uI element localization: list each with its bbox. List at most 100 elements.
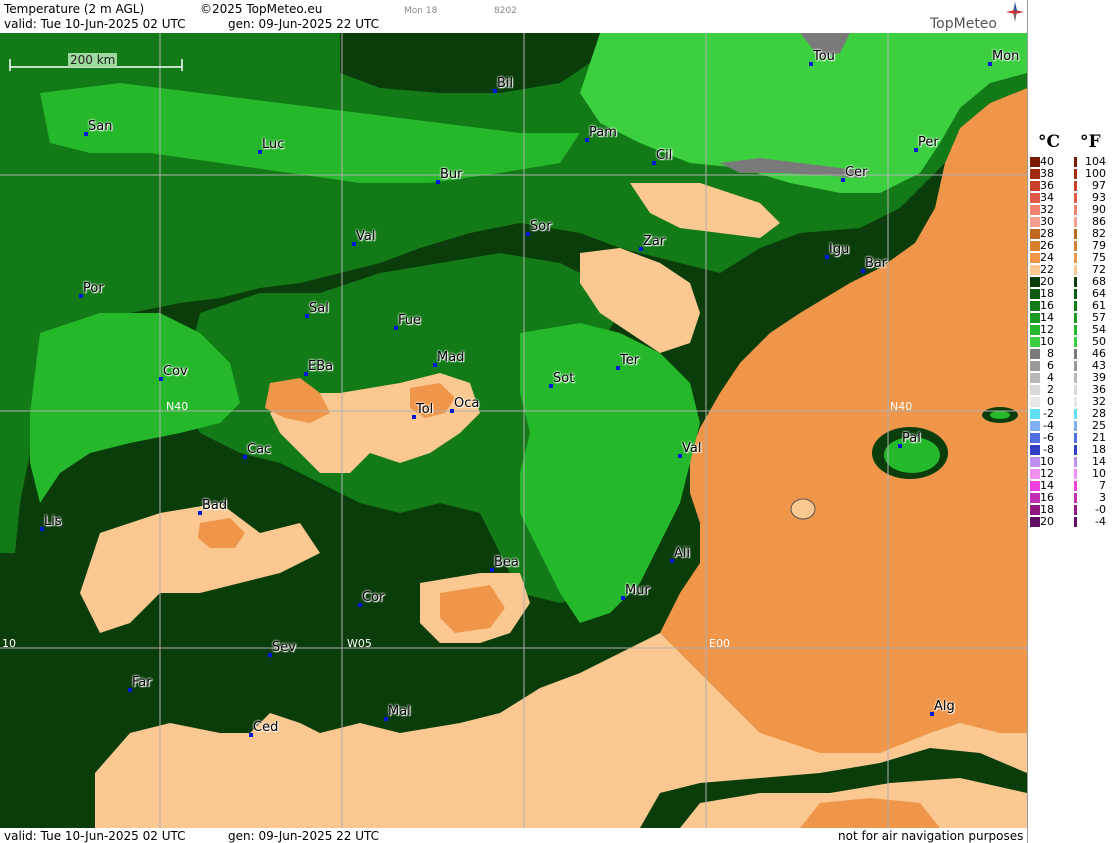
footer-note: not for air navigation purposes <box>838 829 1024 843</box>
city-label[interactable]: Lis <box>44 514 62 529</box>
legend-fahrenheit-value: 46 <box>1092 347 1106 360</box>
legend-fahrenheit-value: 90 <box>1092 203 1106 216</box>
city-label[interactable]: Cil <box>656 148 672 163</box>
legend-fahrenheit-value: 21 <box>1092 431 1106 444</box>
legend-fahrenheit-value: 86 <box>1092 215 1106 228</box>
city-label[interactable]: Per <box>918 135 939 150</box>
menorca-inner <box>990 411 1010 419</box>
legend-swatch-celsius <box>1030 337 1040 347</box>
legend-fahrenheit-value: 50 <box>1092 335 1106 348</box>
city-label[interactable]: Sot <box>553 371 574 386</box>
legend-swatch-celsius <box>1030 517 1040 527</box>
city-label[interactable]: Ced <box>253 720 278 735</box>
legend-swatch-celsius <box>1030 505 1040 515</box>
copyright-text: ©2025 TopMeteo.eu <box>200 2 323 16</box>
city-label[interactable]: Sal <box>309 301 329 316</box>
city-label[interactable]: Tol <box>416 402 433 417</box>
city-label[interactable]: Val <box>682 441 701 456</box>
legend-fahrenheit-value: 39 <box>1092 371 1106 384</box>
city-label[interactable]: Pam <box>589 125 617 140</box>
legend-fahrenheit-value: 18 <box>1092 443 1106 456</box>
city-label[interactable]: Sor <box>530 219 552 234</box>
legend-swatch-celsius <box>1030 193 1040 203</box>
legend-swatch-celsius <box>1030 325 1040 335</box>
grid-label-e00: E00 <box>709 637 730 650</box>
legend-fahrenheit-value: -4 <box>1095 515 1106 528</box>
city-label[interactable]: Bur <box>440 167 463 182</box>
map-title: Temperature (2 m AGL) <box>4 2 145 16</box>
city-label[interactable]: Mur <box>625 583 650 598</box>
footer-valid-time: valid: Tue 10-Jun-2025 02 UTC <box>4 829 186 843</box>
legend-fahrenheit-value: 82 <box>1092 227 1106 240</box>
city-label[interactable]: Fue <box>398 313 421 328</box>
city-label[interactable]: Bar <box>865 256 887 271</box>
city-label[interactable]: Sev <box>272 640 296 655</box>
city-label[interactable]: Far <box>132 675 152 690</box>
scale-bar-label: 200 km <box>68 53 118 67</box>
city-label[interactable]: Bad <box>202 498 227 513</box>
city-label[interactable]: Igu <box>829 242 849 257</box>
city-label[interactable]: EBa <box>308 359 333 374</box>
code-text: 8202 <box>494 6 517 16</box>
legend-swatch-celsius <box>1030 373 1040 383</box>
city-label[interactable]: Ali <box>674 546 690 561</box>
city-label[interactable]: Cor <box>362 590 384 605</box>
city-label[interactable]: Val <box>356 229 375 244</box>
legend-fahrenheit-value: 25 <box>1092 419 1106 432</box>
legend-swatch-celsius <box>1030 349 1040 359</box>
legend-fahrenheit-value: 61 <box>1092 299 1106 312</box>
city-label[interactable]: Zar <box>643 234 665 249</box>
legend-fahrenheit-value: 79 <box>1092 239 1106 252</box>
city-label[interactable]: Oca <box>454 396 479 411</box>
weekday-text: Mon 18 <box>404 6 438 16</box>
city-label[interactable]: Mad <box>437 350 464 365</box>
city-label[interactable]: Luc <box>262 137 284 152</box>
city-label[interactable]: Mal <box>388 704 411 719</box>
legend-fahrenheit-value: 97 <box>1092 179 1106 192</box>
legend-fahrenheit-value: 7 <box>1099 479 1106 492</box>
city-label[interactable]: Ter <box>620 353 639 368</box>
legend-fahrenheit-value: 54 <box>1092 323 1106 336</box>
legend-fahrenheit-value: 93 <box>1092 191 1106 204</box>
legend-fahrenheit-value: 3 <box>1099 491 1106 504</box>
legend-swatch-celsius <box>1030 289 1040 299</box>
legend-swatch-celsius <box>1030 361 1040 371</box>
legend-swatch-celsius <box>1030 181 1040 191</box>
legend-fahrenheit-value: 36 <box>1092 383 1106 396</box>
footer-gen-time: gen: 09-Jun-2025 22 UTC <box>228 829 380 843</box>
city-label[interactable]: Pal <box>902 431 921 446</box>
legend-swatch-celsius <box>1030 313 1040 323</box>
city-label[interactable]: Bil <box>497 76 513 91</box>
legend-swatch-celsius <box>1030 409 1040 419</box>
legend-swatch-celsius <box>1030 493 1040 503</box>
legend-swatch-celsius <box>1030 229 1040 239</box>
legend-swatch-celsius <box>1030 241 1040 251</box>
city-label[interactable]: Mon <box>992 49 1019 64</box>
city-label[interactable]: Tou <box>813 49 835 64</box>
legend-fahrenheit-value: 72 <box>1092 263 1106 276</box>
grid-label-n40: N40 <box>166 400 189 413</box>
legend-swatch-celsius <box>1030 169 1040 179</box>
celsius-unit: °C <box>1038 132 1061 152</box>
legend-swatch-celsius <box>1030 481 1040 491</box>
city-label[interactable]: Por <box>83 281 104 296</box>
header-bar: Temperature (2 m AGL) ©2025 TopMeteo.eu … <box>0 0 1027 33</box>
city-label[interactable]: San <box>88 119 112 134</box>
map-canvas <box>0 33 1027 828</box>
city-label[interactable]: Cac <box>247 442 271 457</box>
legend-fahrenheit-value: 43 <box>1092 359 1106 372</box>
city-label[interactable]: Cer <box>845 165 867 180</box>
legend-fahrenheit-value: 100 <box>1085 167 1106 180</box>
legend-swatch-celsius <box>1030 157 1040 167</box>
legend-swatch-celsius <box>1030 205 1040 215</box>
topmeteo-logo[interactable]: TopMeteo <box>930 16 997 32</box>
temperature-map[interactable]: 200 km N40 N40 10 W05 E00 San Luc Bil Tou Mo… <box>0 33 1027 828</box>
city-label[interactable]: Bea <box>494 555 519 570</box>
city-label[interactable]: Cov <box>163 364 188 379</box>
legend-fahrenheit-value: 75 <box>1092 251 1106 264</box>
city-label[interactable]: Alg <box>934 699 955 714</box>
fahrenheit-unit: °F <box>1080 132 1101 152</box>
legend-fahrenheit-value: 68 <box>1092 275 1106 288</box>
legend-swatch-celsius <box>1030 217 1040 227</box>
legend-swatch-celsius <box>1030 301 1040 311</box>
